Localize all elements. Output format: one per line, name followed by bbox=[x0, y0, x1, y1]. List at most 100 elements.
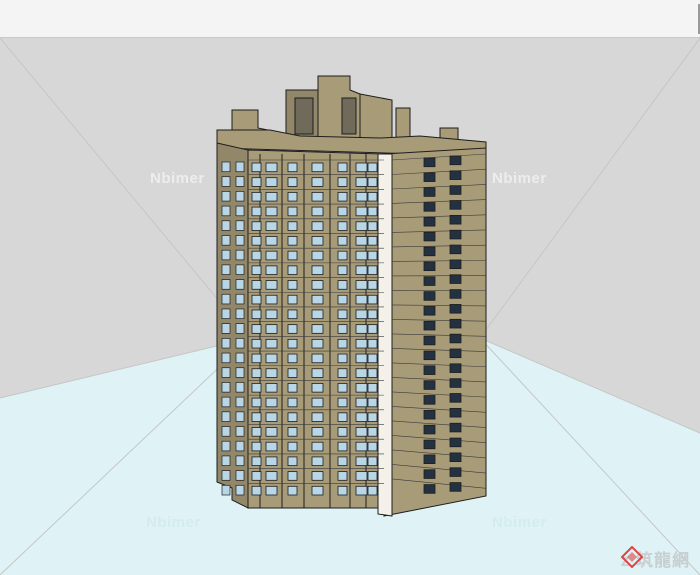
window-pane bbox=[423, 157, 436, 168]
window-pane bbox=[355, 206, 368, 217]
window-pane bbox=[311, 456, 324, 467]
window-pane bbox=[355, 177, 368, 187]
window-pane bbox=[449, 437, 462, 448]
window-pane bbox=[265, 471, 278, 481]
window-pane bbox=[337, 265, 348, 275]
window-pane bbox=[423, 484, 436, 494]
window-pane bbox=[221, 484, 231, 496]
window-pane bbox=[367, 221, 378, 231]
window-pane bbox=[367, 162, 378, 173]
window-pane bbox=[265, 309, 278, 320]
window-pane bbox=[337, 427, 348, 437]
window-pane bbox=[251, 485, 262, 496]
window-pane bbox=[251, 338, 262, 349]
window-pane bbox=[449, 318, 462, 329]
window-pane bbox=[423, 409, 436, 420]
window-pane bbox=[287, 309, 298, 320]
window-pane bbox=[221, 396, 231, 408]
window-pane bbox=[221, 426, 231, 437]
window-pane bbox=[367, 250, 378, 261]
window-pane bbox=[449, 348, 462, 359]
window-pane bbox=[235, 293, 245, 305]
building-model[interactable] bbox=[216, 75, 487, 517]
window-pane bbox=[355, 221, 368, 231]
window-pane bbox=[449, 185, 462, 195]
window-pane bbox=[337, 353, 348, 364]
window-pane bbox=[235, 455, 245, 466]
window-pane bbox=[355, 368, 368, 378]
window-pane bbox=[287, 338, 298, 349]
window-pane bbox=[337, 383, 348, 393]
window-pane bbox=[287, 162, 298, 173]
window-pane bbox=[449, 274, 462, 284]
window-pane bbox=[311, 265, 324, 275]
window-pane bbox=[367, 383, 378, 393]
window-pane bbox=[287, 427, 298, 437]
window-pane bbox=[251, 250, 262, 261]
corner-strip bbox=[377, 153, 393, 517]
window-pane bbox=[235, 191, 245, 202]
window-pane bbox=[337, 412, 348, 422]
window-pane bbox=[251, 162, 262, 173]
window-pane bbox=[251, 236, 262, 246]
window-pane bbox=[449, 363, 462, 373]
window-pane bbox=[355, 338, 368, 349]
window-pane bbox=[355, 427, 368, 437]
window-pane bbox=[367, 485, 378, 496]
window-pane bbox=[265, 368, 278, 378]
window-pane bbox=[311, 221, 324, 231]
window-pane bbox=[449, 333, 462, 344]
window-pane bbox=[221, 440, 231, 452]
model-viewport[interactable]: Nbimer Nbimer Nbimer Nbimer z 筑龍網 bbox=[0, 38, 700, 575]
window-pane bbox=[221, 308, 231, 320]
window-pane bbox=[265, 177, 278, 187]
window-pane bbox=[423, 216, 436, 227]
window-pane bbox=[287, 250, 298, 261]
window-pane bbox=[235, 382, 245, 393]
window-pane bbox=[355, 456, 368, 467]
window-pane bbox=[287, 206, 298, 217]
window-pane bbox=[287, 236, 298, 246]
window-pane bbox=[251, 280, 262, 290]
window-pane bbox=[221, 352, 231, 364]
window-pane bbox=[311, 236, 324, 246]
scene-canvas[interactable] bbox=[0, 38, 700, 575]
window-pane bbox=[367, 206, 378, 217]
window-pane bbox=[423, 246, 436, 257]
window-pane bbox=[367, 265, 378, 275]
window-pane bbox=[423, 439, 436, 450]
window-pane bbox=[287, 383, 298, 393]
window-pane bbox=[355, 280, 368, 290]
window-pane bbox=[337, 324, 348, 334]
window-pane bbox=[355, 265, 368, 275]
window-pane bbox=[355, 412, 368, 422]
window-pane bbox=[367, 309, 378, 320]
window-pane bbox=[287, 191, 298, 202]
window-pane bbox=[251, 309, 262, 320]
window-pane bbox=[367, 427, 378, 437]
watermark-text: Nbimer bbox=[146, 514, 201, 531]
window-pane bbox=[311, 250, 324, 261]
window-pane bbox=[367, 236, 378, 246]
watermark-text: Nbimer bbox=[492, 514, 547, 531]
window-pane bbox=[235, 205, 245, 217]
window-pane bbox=[221, 161, 231, 173]
window-pane bbox=[449, 482, 462, 492]
watermark-text: Nbimer bbox=[492, 170, 547, 187]
window-pane bbox=[355, 191, 368, 202]
window-pane bbox=[221, 176, 231, 187]
window-pane bbox=[287, 441, 298, 452]
window-pane bbox=[337, 280, 348, 290]
window-pane bbox=[235, 440, 245, 452]
window-pane bbox=[235, 161, 245, 173]
window-pane bbox=[265, 236, 278, 246]
window-pane bbox=[235, 411, 245, 422]
window-pane bbox=[287, 294, 298, 305]
window-pane bbox=[265, 265, 278, 275]
window-pane bbox=[355, 353, 368, 364]
window-pane bbox=[251, 471, 262, 481]
window-pane bbox=[251, 265, 262, 275]
window-pane bbox=[355, 485, 368, 496]
window-pane bbox=[311, 441, 324, 452]
window-pane bbox=[423, 202, 436, 212]
